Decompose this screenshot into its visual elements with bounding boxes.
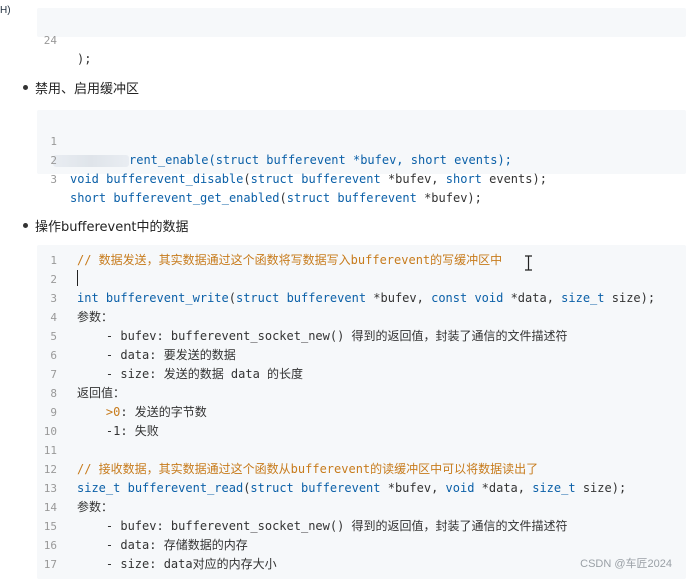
code-text: // 数据发送，其实数据通过这个函数将写数据写入bufferevent的写缓冲区… [77, 253, 503, 267]
code-line: 9 >0: 发送的字节数 [37, 403, 686, 422]
code-line: 5 - bufev: bufferevent_socket_new() 得到的返… [37, 327, 686, 346]
code-text: // 接收数据，其实数据通过这个函数从bufferevent的读缓冲区中可以将数… [77, 462, 539, 476]
line-number: 3 [50, 292, 57, 305]
line-number: 11 [43, 444, 57, 457]
code-line: 13 size_t bufferevent_read(struct buffere… [37, 479, 686, 498]
code-line: 6 - data: 要发送的数据 [37, 346, 686, 365]
line-number: 12 [43, 463, 57, 476]
line-number: 17 [43, 558, 57, 571]
code-text: 参数： [77, 310, 114, 324]
section-heading-data-ops: 操作bufferevent中的数据 [23, 216, 189, 235]
text-cursor [77, 270, 78, 286]
bullet-icon [23, 85, 28, 90]
code-line: 8 返回值： [37, 384, 686, 403]
line-number: 15 [43, 520, 57, 533]
line-number: 13 [43, 482, 57, 495]
line-number: 9 [50, 406, 57, 419]
code-text: - size: data对应的内存大小 [77, 557, 277, 571]
code-line: 7 - size: 发送的数据 data 的长度 [37, 365, 686, 384]
code-text: void bufferevent_disable(struct bufferev… [70, 172, 547, 186]
line-number: 7 [50, 368, 57, 381]
code-line: 24 ); [37, 12, 686, 66]
watermark: CSDN @车匠2024 [580, 558, 672, 570]
code-line: 12 // 接收数据，其实数据通过这个函数从bufferevent的读缓冲区中可以… [37, 460, 686, 479]
code-block-top: 24 ); [37, 8, 686, 66]
code-line: 1 // 数据发送，其实数据通过这个函数将写数据写入bufferevent的写缓冲… [37, 251, 686, 270]
code-text: - bufev: bufferevent_socket_new() 得到的返回值… [77, 519, 568, 533]
line-number: 4 [50, 311, 57, 324]
code-text: - size: 发送的数据 data 的长度 [77, 367, 304, 381]
line-number: 3 [50, 173, 57, 186]
code-text: -1: 失败 [77, 424, 159, 438]
code-line: 14 参数： [37, 498, 686, 517]
code-text: >0: 发送的字节数 [105, 405, 207, 419]
code-text: 返回值： [77, 386, 126, 400]
code-line: 15 - bufev: bufferevent_socket_new() 得到的… [37, 517, 686, 536]
code-text: - data: 要发送的数据 [77, 348, 236, 362]
code-line: 4 参数： [37, 308, 686, 327]
line-number: 14 [43, 501, 57, 514]
line-number: 2 [50, 273, 57, 286]
line-number: 10 [43, 425, 57, 438]
line-number: 16 [43, 539, 57, 552]
line-number: 1 [50, 254, 57, 267]
code-line: 3 short bufferevent_get_enabled(struct b… [37, 151, 686, 205]
code-line: 1 rent_enable(struct bufferevent *bufev,… [37, 113, 686, 167]
code-block-data-ops[interactable]: 1 // 数据发送，其实数据通过这个函数将写数据写入bufferevent的写缓冲… [37, 245, 686, 579]
code-block-buffer-toggle: 1 rent_enable(struct bufferevent *bufev,… [37, 110, 686, 205]
code-line: 3 int bufferevent_write(struct buffereven… [37, 289, 686, 308]
ibeam-cursor-icon [525, 255, 532, 271]
section-heading-buffer-toggle: 禁用、启用缓冲区 [23, 78, 139, 97]
code-text: short bufferevent_get_enabled(struct buf… [70, 191, 482, 205]
line-number: 24 [43, 34, 57, 47]
code-line: 2 [37, 270, 686, 289]
code-line: 16 - data: 存储数据的内存 [37, 536, 686, 555]
section-title: 操作bufferevent中的数据 [35, 220, 189, 235]
code-text: ); [77, 52, 92, 66]
code-text: size_t bufferevent_read(struct buffereve… [77, 481, 627, 495]
corner-fragment: H) [0, 5, 11, 16]
code-line: 11 [37, 441, 686, 460]
code-text: - bufev: bufferevent_socket_new() 得到的返回值… [77, 329, 568, 343]
bullet-icon [23, 223, 28, 228]
code-text: 参数： [77, 500, 114, 514]
line-number: 5 [50, 330, 57, 343]
line-number: 8 [50, 387, 57, 400]
code-text: - data: 存储数据的内存 [77, 538, 248, 552]
code-line: 10 -1: 失败 [37, 422, 686, 441]
code-line: 2 void bufferevent_disable(struct buffer… [37, 132, 686, 186]
section-title: 禁用、启用缓冲区 [35, 82, 140, 97]
line-number: 6 [50, 349, 57, 362]
code-text: int bufferevent_write(struct bufferevent… [77, 291, 656, 305]
